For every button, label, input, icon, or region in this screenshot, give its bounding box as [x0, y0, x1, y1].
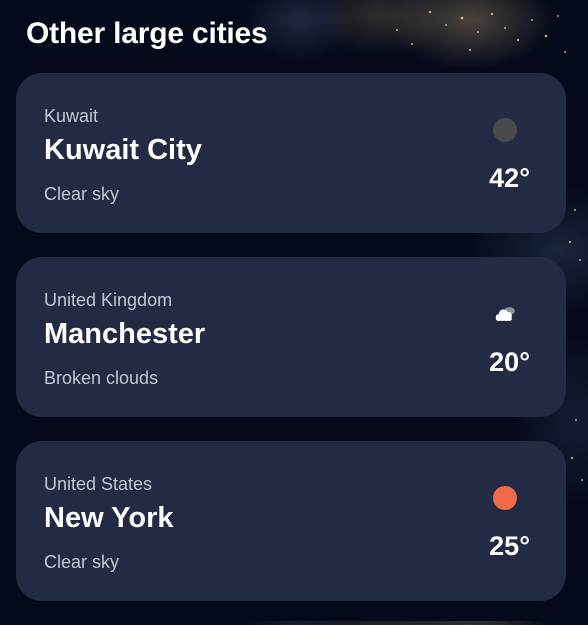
weather-condition: Clear sky [44, 552, 120, 572]
weather-condition: Broken clouds [44, 368, 159, 388]
city-card-kuwait-city[interactable]: Kuwait Kuwait City Clear sky 42° [16, 73, 566, 233]
city-name: New York [44, 502, 174, 534]
country-label: United States [44, 474, 153, 494]
city-name: Manchester [44, 318, 206, 350]
city-list: Kuwait Kuwait City Clear sky 42° United … [16, 73, 566, 625]
country-label: Kuwait [44, 106, 99, 126]
moon-icon [492, 117, 518, 143]
page-title: Other large cities [26, 17, 268, 50]
city-card-new-york[interactable]: United States New York Clear sky 25° [16, 441, 566, 601]
broken-clouds-icon [492, 301, 518, 327]
temperature: 25° [489, 531, 530, 561]
city-card-manchester[interactable]: United Kingdom Manchester Broken clouds … [16, 257, 566, 417]
weather-condition: Clear sky [44, 184, 120, 204]
country-label: United Kingdom [44, 290, 173, 310]
city-name: Kuwait City [44, 134, 202, 166]
temperature: 20° [489, 347, 530, 377]
temperature: 42° [489, 163, 530, 193]
sun-icon [492, 485, 518, 511]
